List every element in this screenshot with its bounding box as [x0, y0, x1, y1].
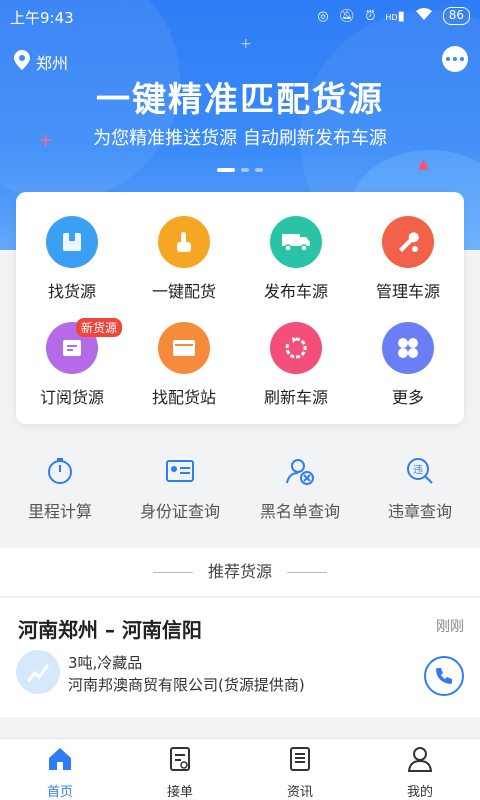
wifi-icon: [415, 7, 433, 25]
goods-card[interactable]: 河南郑州 – 河南信阳 刚刚 3吨,冷藏品 河南邦澳商贸有限公司(货源提供商): [0, 597, 480, 717]
grid-item-one-click-match[interactable]: 一键配货: [128, 216, 240, 302]
violation-icon: 违: [407, 458, 433, 484]
user-icon: [407, 747, 433, 772]
grid-label: 更多: [391, 388, 424, 407]
bottom-nav: 首页 接单 资讯 我的: [0, 738, 480, 800]
divider: [152, 572, 193, 573]
truck-icon: [270, 216, 322, 268]
feature-grid: 找货源 一键配货 发布车源 管理车源 新货源 订阅货源 找配货站 刷新车源 更多: [16, 192, 464, 424]
nav-label: 接单: [166, 785, 193, 800]
goods-route: 河南郑州 – 河南信阳: [18, 618, 202, 642]
message-button[interactable]: [442, 46, 468, 72]
phone-icon: [436, 668, 452, 684]
svg-text:违: 违: [413, 464, 423, 476]
call-button[interactable]: [424, 656, 464, 696]
nav-news[interactable]: 资讯: [240, 745, 360, 800]
location-city: 郑州: [36, 54, 69, 73]
order-icon: [170, 747, 190, 771]
wallet-icon: [158, 322, 210, 374]
refresh-icon: [270, 322, 322, 374]
grid-label: 找配货站: [151, 388, 216, 407]
grid-label: 找货源: [47, 282, 96, 301]
carousel-dot: [255, 168, 263, 172]
location-selector[interactable]: 郑州: [14, 50, 68, 74]
news-icon: [290, 747, 310, 771]
id-card-icon: [166, 460, 194, 482]
recommend-header: 推荐货源: [0, 548, 480, 596]
tool-mileage-calc[interactable]: 里程计算: [0, 456, 120, 522]
tool-id-query[interactable]: 身份证查询: [120, 456, 240, 522]
nav-label: 我的: [406, 785, 433, 800]
grid-label: 管理车源: [375, 282, 440, 301]
nav-label: 首页: [46, 785, 73, 800]
status-time: 上午9:43: [10, 9, 74, 27]
chat-dot: [453, 57, 457, 61]
grid-item-refresh-vehicle[interactable]: 刷新车源: [240, 322, 352, 408]
wrench-icon: [382, 216, 434, 268]
grid-label: 订阅货源: [39, 388, 104, 407]
nav-orders[interactable]: 接单: [120, 745, 240, 800]
goods-time: 刚刚: [436, 619, 464, 635]
goods-avatar: [16, 650, 60, 694]
location-pin-icon: [14, 50, 30, 74]
goods-info: 3吨,冷藏品 河南邦澳商贸有限公司(货源提供商): [68, 652, 305, 696]
box-icon: [46, 216, 98, 268]
grid-item-manage-vehicle[interactable]: 管理车源: [352, 216, 464, 302]
battery-indicator: 86: [442, 7, 470, 25]
tool-blacklist-query[interactable]: 黑名单查询: [240, 456, 360, 522]
grid-item-find-station[interactable]: 找配货站: [128, 322, 240, 408]
chart-up-icon: [26, 664, 50, 682]
nav-profile[interactable]: 我的: [360, 745, 480, 800]
nav-label: 资讯: [286, 785, 313, 800]
tap-icon: [158, 216, 210, 268]
nav-home[interactable]: 首页: [0, 745, 120, 800]
tools-row: 里程计算 身份证查询 黑名单查询 违 违章查询: [0, 440, 480, 536]
grid-item-publish-vehicle[interactable]: 发布车源: [240, 216, 352, 302]
mute-icon: 🔕︎: [338, 8, 356, 24]
signal-icon: HD▮: [385, 8, 405, 24]
carousel-dot: [241, 168, 249, 172]
tool-label: 身份证查询: [139, 502, 220, 521]
grid-item-more[interactable]: 更多: [352, 322, 464, 408]
home-icon: [49, 748, 71, 770]
tool-label: 里程计算: [27, 502, 92, 521]
carousel-indicator: [0, 168, 480, 172]
status-icons: ◎ 🔕︎ ⏰︎ HD▮ 86: [317, 7, 470, 25]
more-icon: [382, 322, 434, 374]
recommend-title: 推荐货源: [207, 562, 272, 581]
banner-subline: 为您精准推送货源 自动刷新发布车源: [93, 128, 387, 149]
grid-item-find-goods[interactable]: 找货源: [16, 216, 128, 302]
grid-item-subscribe-goods[interactable]: 新货源 订阅货源: [16, 318, 128, 408]
banner-headline: 一键精准匹配货源: [96, 80, 384, 120]
chat-dot: [446, 57, 450, 61]
sparkle-icon: +: [240, 36, 252, 52]
new-badge: 新货源: [76, 318, 123, 337]
hotspot-icon: ◎: [317, 8, 329, 24]
carousel-dot: [217, 168, 235, 172]
divider: [287, 572, 328, 573]
grid-label: 发布车源: [263, 282, 328, 301]
tool-label: 违章查询: [387, 502, 452, 521]
grid-label: 一键配货: [151, 282, 216, 301]
tool-violation-query[interactable]: 违 违章查询: [360, 456, 480, 522]
blacklist-icon: [286, 459, 314, 485]
status-bar: 上午9:43 ◎ 🔕︎ ⏰︎ HD▮ 86: [0, 0, 480, 32]
grid-label: 刷新车源: [263, 388, 328, 407]
sparkle-icon: +: [38, 130, 54, 151]
chat-dot: [460, 57, 464, 61]
alarm-icon: ⏰︎: [365, 8, 376, 24]
tool-label: 黑名单查询: [259, 502, 340, 521]
timer-icon: [48, 458, 72, 484]
goods-desc: 3吨,冷藏品: [68, 654, 143, 672]
goods-company: 河南邦澳商贸有限公司(货源提供商): [68, 676, 305, 694]
